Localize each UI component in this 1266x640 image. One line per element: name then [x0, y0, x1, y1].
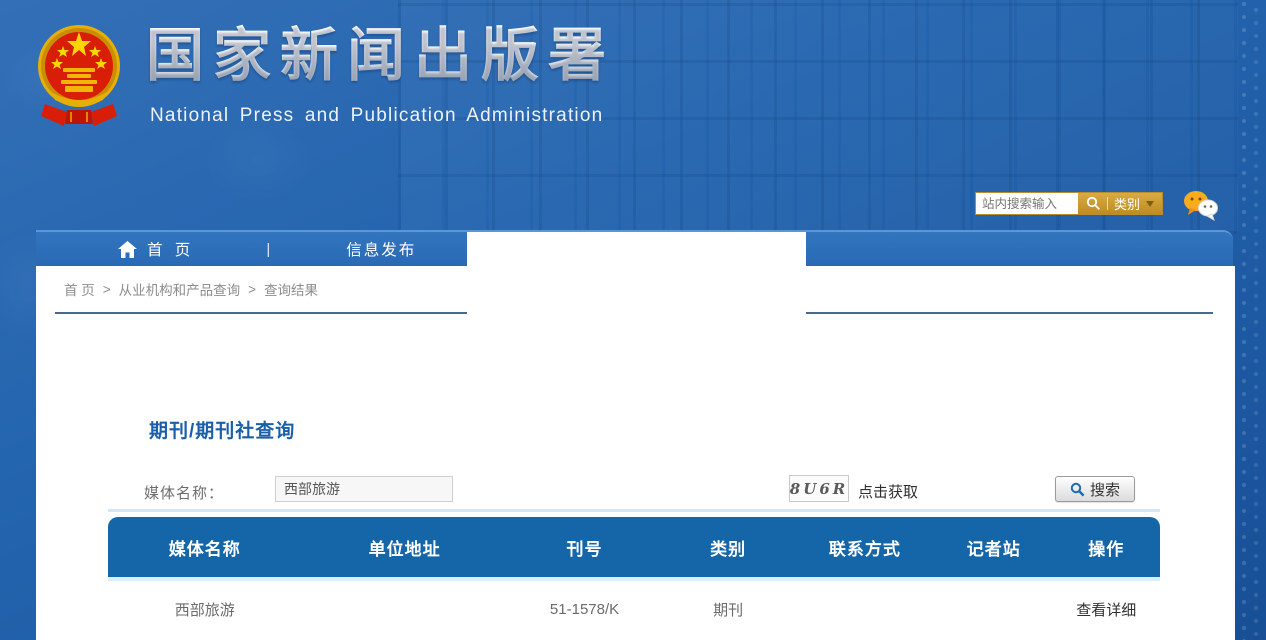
- site-title: 国家新闻出版署: [146, 24, 615, 88]
- col-header-address: 单位地址: [302, 535, 508, 560]
- nav-item-info[interactable]: 信息发布: [346, 238, 416, 260]
- col-header-category: 类别: [661, 535, 795, 560]
- media-name-label: 媒体名称：: [144, 482, 224, 503]
- table-top-accent: [108, 509, 1160, 512]
- site-subtitle: National Press and Publication Administr…: [150, 105, 603, 127]
- search-divider: [1107, 197, 1108, 210]
- col-header-contact: 联系方式: [795, 535, 935, 560]
- breadcrumb-query[interactable]: 从业机构和产品查询: [119, 279, 241, 299]
- media-name-input[interactable]: [275, 476, 453, 502]
- site-search: 类别: [975, 192, 1163, 215]
- search-icon: [1070, 482, 1085, 497]
- search-icon[interactable]: [1086, 196, 1101, 211]
- page: 国家新闻出版署 National Press and Publication A…: [0, 0, 1266, 640]
- blank-dropdown-panel: [467, 232, 806, 328]
- background-binary-strip: [1236, 0, 1266, 640]
- search-button[interactable]: 搜索: [1055, 476, 1135, 502]
- col-header-issue-number: 刊号: [508, 535, 662, 560]
- nav-divider: |: [266, 241, 270, 258]
- col-header-media-name: 媒体名称: [108, 535, 302, 560]
- breadcrumb-current: 查询结果: [264, 279, 318, 299]
- view-details-label[interactable]: 查看详细: [1076, 602, 1136, 619]
- captcha-refresh-link[interactable]: 点击获取: [858, 481, 918, 502]
- breadcrumb-home[interactable]: 首 页: [64, 279, 95, 299]
- breadcrumb-separator: >: [103, 282, 111, 297]
- home-icon: [118, 241, 137, 258]
- table-header-row: 媒体名称 单位地址 刊号 类别 联系方式 记者站 操作: [108, 517, 1160, 577]
- national-emblem-logo: [37, 20, 121, 130]
- site-search-input[interactable]: [976, 193, 1078, 214]
- site-search-controls[interactable]: 类别: [1078, 193, 1162, 214]
- captcha-image[interactable]: 8U6R: [789, 475, 849, 502]
- cell-category: 期刊: [661, 599, 795, 620]
- nav-home-label[interactable]: 首 页: [147, 238, 194, 260]
- page-title: 期刊/期刊社查询: [149, 416, 295, 443]
- breadcrumb: 首 页 > 从业机构和产品查询 > 查询结果: [64, 279, 318, 299]
- results-table: 媒体名称 单位地址 刊号 类别 联系方式 记者站 操作 西部旅游 51-1578…: [108, 517, 1160, 637]
- wechat-icon[interactable]: [1183, 190, 1219, 222]
- cell-media-name: 西部旅游: [108, 599, 302, 620]
- view-details-link[interactable]: 查看详细: [1053, 599, 1160, 620]
- breadcrumb-separator: >: [248, 282, 256, 297]
- table-row: 西部旅游 51-1578/K 期刊 查看详细: [108, 581, 1160, 637]
- cell-issue-number: 51-1578/K: [508, 601, 662, 618]
- col-header-reporter-station: 记者站: [935, 535, 1053, 560]
- col-header-action: 操作: [1053, 535, 1160, 560]
- category-dropdown-label[interactable]: 类别: [1114, 194, 1140, 213]
- chevron-down-icon[interactable]: [1146, 201, 1154, 207]
- nav-item-home[interactable]: 首 页: [118, 238, 194, 260]
- search-button-label: 搜索: [1090, 479, 1120, 500]
